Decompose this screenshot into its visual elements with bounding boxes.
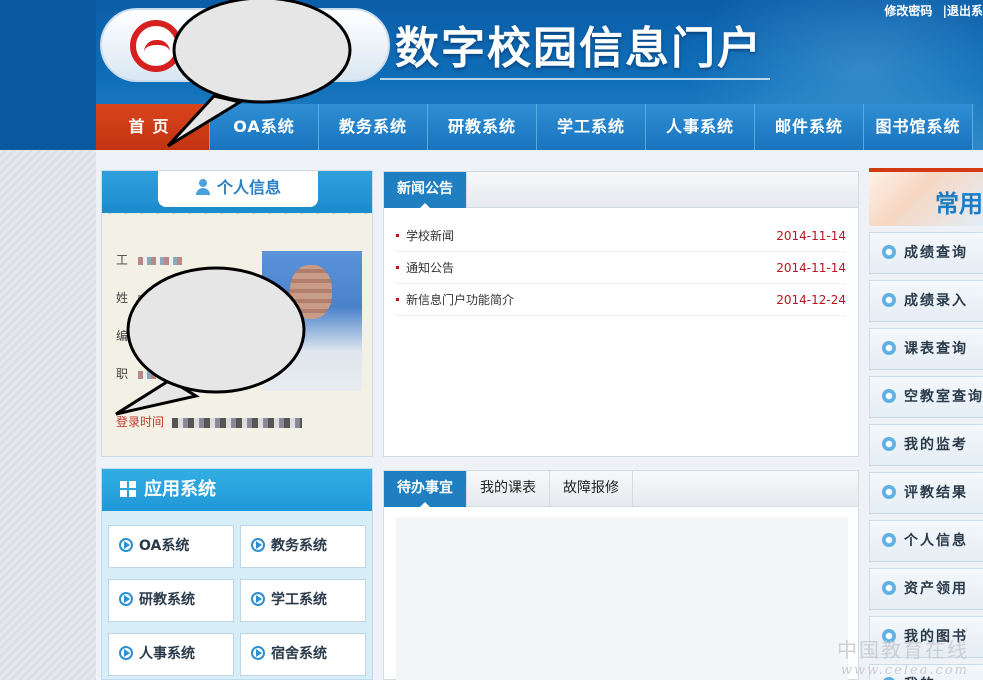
watermark: 中国教育在线 www.celea.com xyxy=(837,634,969,678)
watermark-url: www.celea.com xyxy=(840,663,969,678)
speech-bubble-top xyxy=(166,0,352,148)
speech-bubble-bottom xyxy=(115,266,306,416)
redaction-overlay xyxy=(115,0,352,416)
watermark-cn: 中国教育在线 xyxy=(837,638,969,662)
